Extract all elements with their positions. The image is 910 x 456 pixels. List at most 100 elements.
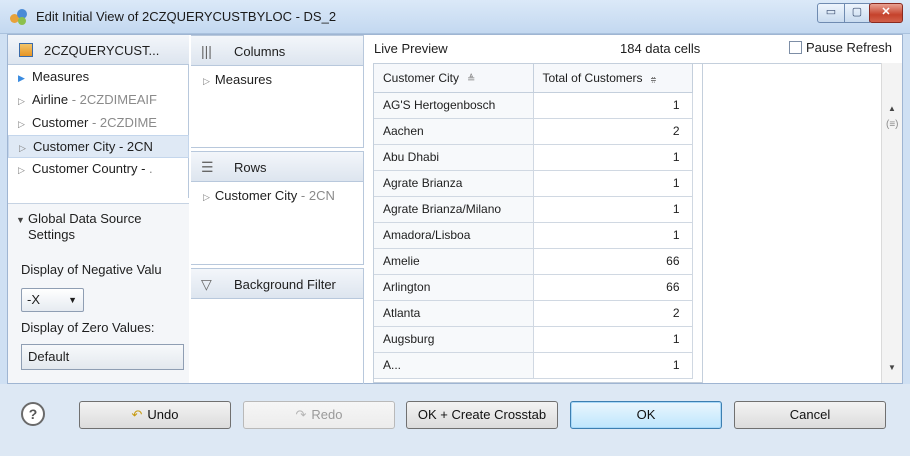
tree-item-label: Customer City - 2CN [33, 139, 153, 154]
table-row[interactable]: Aachen 2 [374, 118, 693, 145]
rows-title: Rows [234, 160, 267, 175]
customers-cell[interactable]: 1 [533, 196, 693, 223]
columns-item[interactable]: ▷ Measures [191, 66, 363, 87]
column-header-customer-city[interactable]: Customer City ≜ [374, 64, 534, 93]
city-cell[interactable]: Amadora/Lisboa [374, 222, 534, 249]
negative-values-label: Display of Negative Valu [21, 262, 162, 277]
customers-cell[interactable]: 2 [533, 300, 693, 327]
zero-values-label: Display of Zero Values: [21, 320, 155, 335]
table-row[interactable]: Agrate Brianza/Milano 1 [374, 196, 693, 223]
ok-button[interactable]: OK [570, 401, 722, 429]
pause-refresh-checkbox[interactable]: Pause Refresh [789, 40, 892, 55]
maximize-button[interactable]: ▢ [844, 3, 870, 23]
city-cell[interactable]: Augsburg [374, 326, 534, 353]
zero-values-select[interactable]: Default [21, 344, 184, 370]
columns-item-label: Measures [214, 72, 272, 87]
tree-item[interactable]: ▷ Customer Country - . [8, 158, 189, 181]
city-cell[interactable]: Amelie [374, 248, 534, 275]
undo-icon: ↶ [131, 407, 143, 422]
customers-cell[interactable]: 66 [533, 274, 693, 301]
column-header-label: Customer City [383, 70, 460, 85]
tree-item-label: Measures [32, 69, 90, 84]
background-filter-title: Background Filter [234, 277, 336, 292]
minimize-button[interactable]: ▭ [817, 3, 845, 23]
columns-panel[interactable]: ||| Columns ▷ Measures [191, 35, 364, 148]
table-row[interactable]: Abu Dhabi 1 [374, 144, 693, 171]
vertical-scrollbar[interactable]: ▲ (≡) ▼ [881, 63, 902, 383]
cancel-button[interactable]: Cancel [734, 401, 886, 429]
tree-item-sub: . [149, 161, 153, 176]
rows-icon: ☰ [201, 159, 214, 175]
scroll-down-icon[interactable]: ▼ [888, 363, 896, 372]
help-icon[interactable]: ? [21, 402, 45, 426]
close-button[interactable]: ✕ [869, 3, 903, 23]
app-icon [10, 9, 28, 25]
expand-arrow-icon[interactable]: ▷ [18, 159, 32, 181]
customers-cell[interactable]: 2 [533, 118, 693, 145]
city-cell[interactable]: AG'S Hertogenbosch [374, 92, 534, 119]
negative-values-value: -X [27, 292, 40, 307]
expand-arrow-icon[interactable]: ▷ [19, 137, 33, 157]
customers-cell[interactable]: 1 [533, 352, 693, 379]
zero-values-value: Default [28, 349, 70, 364]
undo-label: Undo [147, 407, 179, 422]
table-row[interactable]: A... 1 [374, 352, 693, 379]
tree-item[interactable]: ▷ Customer City - 2CN [8, 135, 189, 158]
filter-icon: ▽ [201, 276, 212, 292]
table-row[interactable]: AG'S Hertogenbosch 1 [374, 92, 693, 119]
background-filter-panel[interactable]: ▽ Background Filter [191, 268, 364, 385]
preview-empty-area [703, 63, 881, 383]
checkbox-box[interactable] [789, 41, 802, 54]
customers-cell[interactable]: 1 [533, 326, 693, 353]
column-header-label: Total of Customers [542, 70, 643, 85]
sort-icon[interactable]: ≜ [467, 74, 475, 85]
city-cell[interactable]: Arlington [374, 274, 534, 301]
tree-item[interactable]: ▷ Customer - 2CZDIME [8, 112, 189, 135]
customers-cell[interactable]: 66 [533, 248, 693, 275]
rows-item[interactable]: ▷ Customer City - 2CN [191, 182, 363, 203]
table-row[interactable]: Arlington 66 [374, 274, 693, 301]
redo-icon: ↷ [295, 407, 307, 422]
city-cell[interactable]: Aachen [374, 118, 534, 145]
expand-arrow-icon[interactable]: ▷ [18, 90, 32, 112]
undo-button[interactable]: ↶ Undo [79, 401, 231, 429]
dialog-body: 2CZQUERYCUST... ▶ Measures ▷ Airline - 2CZD… [7, 34, 903, 385]
preview-grid[interactable]: Customer City ≜ Total of Customers ⩷ AG'S … [373, 63, 703, 383]
city-cell[interactable]: Agrate Brianza/Milano [374, 196, 534, 223]
negative-values-select[interactable]: -X ▼ [21, 288, 84, 312]
sort-desc-icon[interactable]: ⩷ [651, 74, 657, 85]
table-row[interactable]: Amadora/Lisboa 1 [374, 222, 693, 249]
rows-item-sub: - 2CN [297, 188, 335, 203]
collapse-triangle-icon: ▼ [16, 215, 25, 225]
table-row[interactable]: Atlanta 2 [374, 300, 693, 327]
customers-cell[interactable]: 1 [533, 222, 693, 249]
city-cell[interactable]: Atlanta [374, 300, 534, 327]
ok-create-crosstab-button[interactable]: OK + Create Crosstab [406, 401, 558, 429]
redo-button[interactable]: ↷ Redo [243, 401, 395, 429]
tree-item[interactable]: ▷ Airline - 2CZDIMEAIF [8, 89, 189, 112]
rows-panel[interactable]: ☰ Rows ▷ Customer City - 2CN [191, 151, 364, 265]
expand-arrow-icon[interactable]: ▷ [18, 113, 32, 135]
customers-cell[interactable]: 1 [533, 92, 693, 119]
global-settings-panel: ▼ Global Data Source Settings Display of … [8, 203, 189, 383]
table-row[interactable]: Agrate Brianza 1 [374, 170, 693, 197]
customers-cell[interactable]: 1 [533, 170, 693, 197]
tree-item[interactable]: ▶ Measures [8, 66, 189, 89]
tree-item-sub: - 2CZDIME [88, 115, 157, 130]
table-row[interactable]: Amelie 66 [374, 248, 693, 275]
city-cell[interactable]: Agrate Brianza [374, 170, 534, 197]
scroll-grip-icon[interactable]: (≡) [886, 119, 899, 130]
columns-icon: ||| [201, 43, 212, 59]
city-cell[interactable]: A... [374, 352, 534, 379]
table-row[interactable]: Augsburg 1 [374, 326, 693, 353]
dimension-tree: ▶ Measures ▷ Airline - 2CZDIMEAIF ▷ Customer … [8, 66, 189, 181]
scroll-up-icon[interactable]: ▲ [888, 104, 896, 113]
live-preview-title: Live Preview [374, 41, 448, 56]
columns-title: Columns [234, 44, 286, 59]
customers-cell[interactable]: 1 [533, 144, 693, 171]
city-cell[interactable]: Abu Dhabi [374, 144, 534, 171]
data-source-header: 2CZQUERYCUST... [8, 35, 189, 65]
column-header-total-customers[interactable]: Total of Customers ⩷ [533, 64, 693, 93]
data-source-panel: 2CZQUERYCUST... ▶ Measures ▷ Airline - 2CZD… [8, 35, 189, 198]
expand-arrow-icon[interactable]: ▶ [18, 67, 32, 89]
